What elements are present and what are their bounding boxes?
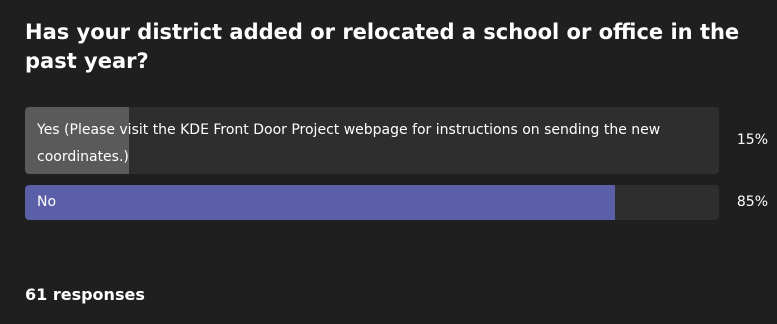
poll-question: Has your district added or relocated a s… <box>25 20 740 73</box>
poll-option-yes: Yes (Please visit the KDE Front Door Pro… <box>25 107 719 174</box>
poll-option-no-percent: 85% <box>736 194 768 210</box>
poll-option-yes-label: Yes (Please visit the KDE Front Door Pro… <box>37 122 661 165</box>
poll-option-no: No <box>25 185 719 220</box>
poll-results-card: Has your district added or relocated a s… <box>0 0 777 324</box>
response-count: 61 responses <box>25 285 145 304</box>
poll-option-no-label: No <box>37 194 57 210</box>
poll-option-yes-percent: 15% <box>736 132 768 148</box>
